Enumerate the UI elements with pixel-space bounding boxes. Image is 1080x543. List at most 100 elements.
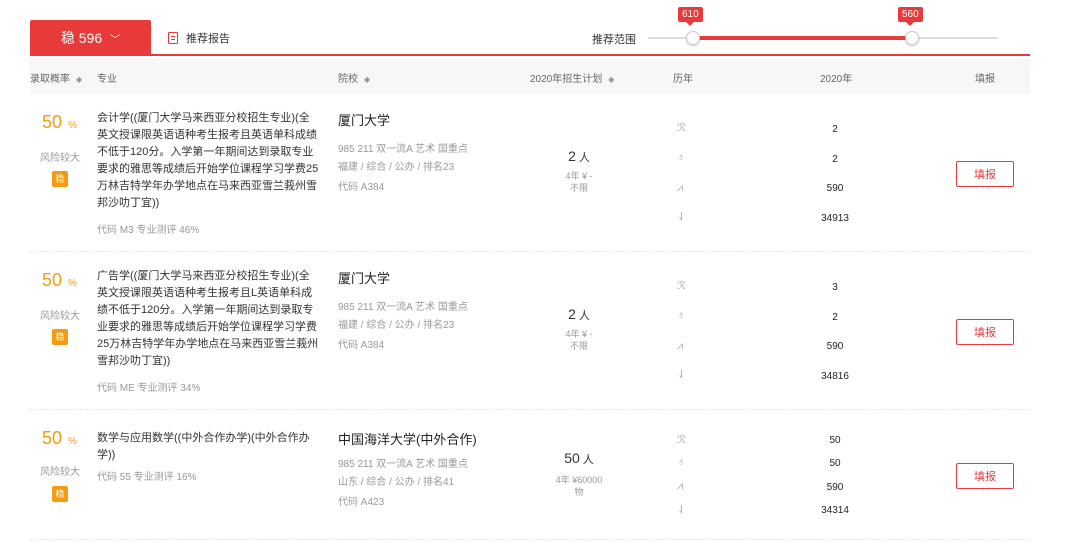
stable-tab[interactable]: 稳 596 ﹀	[30, 20, 151, 56]
plan-count-value: 50	[564, 450, 580, 466]
table-header: 录取概率 ◆ 专业 院校 ◆ 2020年招生计划 ◆ 历年 2020年 填报	[30, 58, 1030, 94]
sort-icon: ◆	[364, 75, 371, 84]
header-prob[interactable]: 录取概率 ◆	[30, 70, 82, 85]
major-line: 不低于120分。入学第一年期间达到录取专业	[97, 146, 314, 158]
year-min-score: 590	[826, 183, 844, 194]
risk-label: 风险较大	[40, 467, 80, 478]
stable-badge: 稳	[52, 171, 68, 187]
person-icon: ♁	[677, 456, 686, 468]
major-line: 会计学((厦门大学马来西亚分校招生专业)(全	[97, 112, 310, 124]
top-bar: 稳 596 ﹀ 推荐报告	[30, 0, 1030, 56]
header-plan[interactable]: 2020年招生计划 ◆	[530, 70, 614, 85]
major-line: 雪邦沙叻丁宜))	[97, 355, 171, 367]
range-label: 推荐范围	[592, 34, 636, 46]
header-year: 2020年	[820, 74, 853, 85]
plan-detail-line: 4年 ¥60000	[555, 475, 603, 485]
major-meta: 代码 M3 专业测评 46%	[97, 225, 200, 236]
enroll-history-icon: ℛ	[677, 280, 686, 292]
school-name[interactable]: 厦门大学	[338, 110, 390, 129]
fill-button[interactable]: 填报	[956, 319, 1014, 345]
rank-icon: ⇃	[677, 211, 687, 223]
fill-button[interactable]: 填报	[956, 161, 1014, 187]
school-tags: 985 211 双一流A 艺术 国重点	[338, 144, 468, 155]
year-enroll-count: 50	[829, 435, 841, 446]
risk-label: 风险较大	[40, 311, 80, 322]
table-row: 50% 风险较大 稳 数学与应用数学((中外合作办学)(中外合作办 学)) 代码…	[30, 410, 1030, 540]
plan-detail-line: 物	[574, 487, 584, 497]
major-line: 英文授课限英语语种考生报考且L英语单科成	[97, 287, 313, 299]
score-trend-icon: ⩘	[677, 182, 684, 194]
plan-count: 50 人	[549, 450, 609, 467]
year-min-score: 590	[826, 341, 844, 352]
probability-value: 50	[42, 428, 63, 448]
document-icon	[168, 32, 178, 44]
major-line: 业要求的雅思等成绩后开始学位课程学习学费	[97, 321, 317, 333]
admission-probability: 50%	[42, 112, 77, 133]
plan-detail-line: 4年 ¥ -	[565, 329, 593, 339]
year-admit-count: 2	[832, 312, 838, 323]
school-name[interactable]: 中国海洋大学(中外合作)	[338, 429, 477, 448]
major-line: 万林吉特学年办学地点在马来西亚雪兰莪州雪	[97, 180, 317, 192]
major-line: 绩不低于120分。入学第一年期间达到录取专	[97, 304, 314, 316]
stable-tab-label: 稳 596	[60, 30, 103, 46]
plan-detail: 4年 ¥ - 不限	[549, 170, 609, 194]
plan-count: 2人	[549, 306, 609, 323]
range-high-handle[interactable]	[905, 31, 919, 45]
school-location: 福建 / 综合 / 公办 / 排名23	[338, 320, 455, 331]
header-history: 历年	[673, 74, 693, 85]
year-enroll-count: 2	[832, 124, 838, 135]
year-min-rank: 34913	[821, 213, 849, 224]
school-location: 山东 / 综合 / 公办 / 排名41	[338, 477, 455, 488]
plan-count: 2人	[549, 148, 609, 165]
major-meta: 代码 ME 专业测评 34%	[97, 383, 201, 394]
school-code: 代码 A384	[338, 340, 385, 351]
probability-value: 50	[42, 112, 63, 132]
school-name[interactable]: 厦门大学	[338, 268, 390, 287]
header-prob-label: 录取概率	[30, 74, 70, 85]
major-line: 数学与应用数学((中外合作办学)(中外合作办	[97, 432, 310, 444]
rank-icon: ⇃	[677, 369, 687, 381]
person-icon: ♁	[677, 309, 686, 321]
range-slider-fill	[692, 36, 912, 40]
report-tab-label: 推荐报告	[186, 33, 230, 45]
chevron-down-icon: ﹀	[110, 34, 121, 46]
probability-value: 50	[42, 270, 63, 290]
plan-detail-line: 不限	[569, 341, 588, 351]
score-trend-icon: ⩘	[677, 480, 684, 492]
admission-probability: 50%	[42, 428, 77, 449]
person-icon: ♁	[677, 151, 686, 163]
major-name: 广告学((厦门大学马来西亚分校招生专业)(全 英文授课限英语语种考生报考且L英语…	[97, 268, 335, 370]
major-line: 要求的雅思等成绩后开始学位课程学习学费25	[97, 163, 319, 175]
major-name: 会计学((厦门大学马来西亚分校招生专业)(全 英文授课限英语语种考生报考且英语单…	[97, 110, 335, 212]
admission-probability: 50%	[42, 270, 77, 291]
range-low-bubble: 610	[678, 7, 703, 26]
major-line: 广告学((厦门大学马来西亚分校招生专业)(全	[97, 270, 310, 282]
plan-count-unit: 人	[578, 152, 590, 164]
range-high-bubble: 560	[898, 7, 923, 26]
score-trend-icon: ⩘	[677, 340, 684, 352]
header-school-label: 院校	[338, 74, 358, 85]
year-admit-count: 2	[832, 154, 838, 165]
plan-detail: 4年 ¥ - 不限	[549, 328, 609, 352]
school-code: 代码 A384	[338, 182, 385, 193]
school-tags: 985 211 双一流A 艺术 国重点	[338, 302, 468, 313]
school-location: 福建 / 综合 / 公办 / 排名23	[338, 162, 455, 173]
header-school[interactable]: 院校 ◆	[338, 70, 370, 85]
report-tab[interactable]: 推荐报告	[168, 30, 230, 46]
major-line: 英文授课限英语语种考生报考且英语单科成绩	[97, 129, 317, 141]
probability-unit: %	[68, 120, 77, 131]
major-name: 数学与应用数学((中外合作办学)(中外合作办 学))	[97, 430, 335, 464]
range-low-handle[interactable]	[686, 31, 700, 45]
school-code: 代码 A423	[338, 497, 385, 508]
stable-badge: 稳	[52, 486, 68, 502]
header-major: 专业	[97, 74, 117, 85]
sort-icon: ◆	[608, 75, 615, 84]
probability-unit: %	[68, 278, 77, 289]
year-min-score: 590	[826, 482, 844, 493]
year-admit-count: 50	[829, 458, 841, 469]
table-row: 50% 风险较大 稳 会计学((厦门大学马来西亚分校招生专业)(全 英文授课限英…	[30, 94, 1030, 252]
fill-button[interactable]: 填报	[956, 463, 1014, 489]
table-row: 50% 风险较大 稳 广告学((厦门大学马来西亚分校招生专业)(全 英文授课限英…	[30, 252, 1030, 410]
risk-label: 风险较大	[40, 153, 80, 164]
major-meta: 代码 55 专业测评 16%	[97, 472, 197, 483]
